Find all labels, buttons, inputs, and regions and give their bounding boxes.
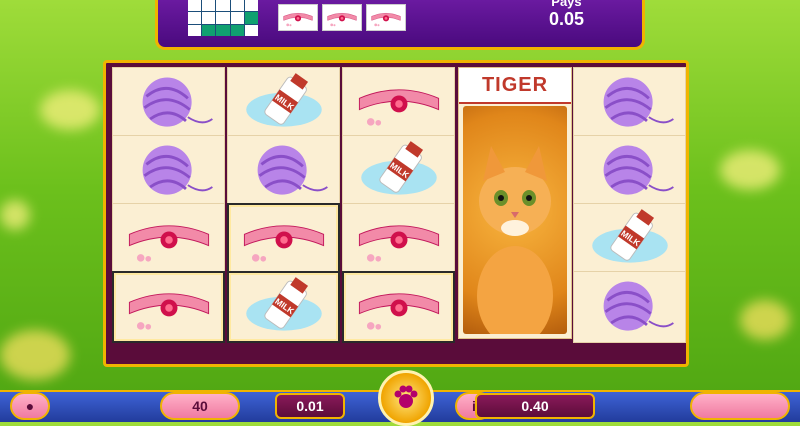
yarn-icon: [112, 67, 225, 139]
collar-icon: [342, 271, 455, 343]
bet-value: 0.01: [296, 398, 324, 414]
pays-value: 0.05: [548, 9, 584, 29]
milk-icon: MILK: [227, 67, 340, 139]
kitten-image: [463, 106, 567, 334]
milk-icon: MILK: [573, 203, 686, 275]
paw-icon: [394, 385, 418, 408]
yarn-icon: [112, 135, 225, 207]
payline-cell: [216, 0, 230, 12]
total-bet-value: 0.40: [521, 398, 549, 414]
milk-icon: MILK: [227, 271, 340, 343]
paytable-panel: Pays 0.05: [155, 0, 645, 50]
autoplay-button[interactable]: [690, 392, 790, 420]
payline-cell: [216, 24, 230, 36]
payline-cell: [188, 12, 202, 24]
spin-button[interactable]: [378, 370, 434, 426]
payline-cell: [230, 0, 244, 12]
collar-icon: [342, 67, 455, 139]
payline-cell: [244, 24, 258, 36]
pays-label: Pays: [551, 0, 582, 9]
yarn-icon: [573, 67, 686, 139]
paying-symbols: [278, 4, 406, 31]
collar-icon: [227, 203, 340, 275]
tiger-wild-symbol: TIGER: [458, 67, 572, 339]
tiger-label: TIGER: [459, 68, 571, 104]
collar-icon: [278, 4, 318, 31]
payline-cell: [230, 24, 244, 36]
payline-cell: [188, 0, 202, 12]
collar-icon: [366, 4, 406, 31]
payline-cell: [202, 24, 216, 36]
menu-button[interactable]: ●: [10, 392, 50, 420]
yarn-icon: [227, 135, 340, 207]
lines-button[interactable]: 40: [160, 392, 240, 420]
milk-icon: MILK: [342, 135, 455, 207]
payline-cell: [244, 0, 258, 12]
payline-cell: [188, 24, 202, 36]
menu-icon: ●: [25, 398, 35, 414]
pays-display: Pays 0.05: [549, 0, 584, 30]
lines-value: 40: [192, 398, 208, 414]
payline-pattern: [188, 0, 258, 36]
collar-icon: [112, 271, 225, 343]
total-bet[interactable]: 0.40: [475, 393, 595, 419]
payline-cell: [244, 12, 258, 24]
yarn-icon: [573, 271, 686, 343]
collar-icon: [112, 203, 225, 275]
collar-icon: [322, 4, 362, 31]
collar-icon: [342, 203, 455, 275]
payline-cell: [216, 12, 230, 24]
yarn-icon: [573, 135, 686, 207]
payline-cell: [230, 12, 244, 24]
payline-cell: [202, 12, 216, 24]
payline-cell: [202, 0, 216, 12]
bet-per-line[interactable]: 0.01: [275, 393, 345, 419]
